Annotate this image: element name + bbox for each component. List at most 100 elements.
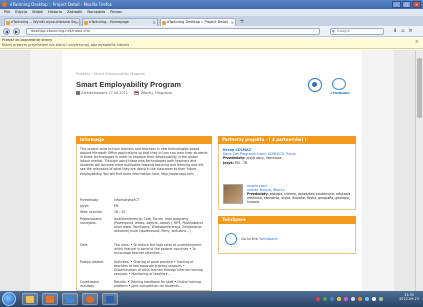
partners-panel-header: Partnerzy projektu - ( 4 partner(ów) )	[218, 136, 356, 144]
etwinning-favicon-icon	[162, 20, 166, 25]
etwinning-favicon-icon	[84, 20, 88, 25]
tray-icon[interactable]	[351, 297, 355, 301]
close-icon[interactable]: ×	[415, 40, 419, 45]
project-description: This project aims to train learners and …	[80, 147, 208, 176]
partner-details: rosario coarl Istituto Tecnico, Włochy P…	[247, 184, 353, 204]
home-icon[interactable]: ⌂	[401, 28, 404, 34]
tab-label: eTwinning Desktop :: Project Detail	[167, 20, 228, 24]
vertical-scrollbar[interactable]	[415, 50, 423, 291]
twinspace-panel: Go to the TwinSpace	[218, 224, 356, 254]
network-icon[interactable]	[379, 297, 383, 301]
partner-item: rosario coarl Istituto Tecnico, Włochy P…	[223, 184, 353, 208]
firefox-icon	[86, 296, 94, 303]
volume-icon[interactable]	[372, 297, 376, 301]
minimize-button[interactable]: –	[392, 1, 401, 8]
search-input[interactable]: g Google	[330, 28, 384, 35]
menu-bar: Plik Edycja Widok Historia Zakładki Narz…	[0, 9, 423, 16]
address-bar[interactable]: desktop.etwinning.net/index.cfm ☆	[26, 28, 320, 35]
new-tab-button[interactable]: +	[238, 19, 246, 26]
menu-tools[interactable]: Narzędzia	[87, 9, 105, 16]
tray-icon[interactable]	[358, 297, 362, 301]
toolbar-icons: ⬇ ⌂ ≡	[393, 28, 413, 34]
taskbar-ie[interactable]	[62, 293, 78, 305]
twinspace-link[interactable]: Go to the TwinSpace	[241, 237, 278, 241]
start-button[interactable]	[2, 292, 16, 306]
field-label: Postęp działań:	[80, 260, 105, 264]
menu-edit[interactable]: Edycja	[15, 9, 27, 16]
taskbar-explorer[interactable]	[22, 293, 38, 305]
created-date: Zarejestrowany 17.09.2012	[76, 91, 128, 95]
partners-panel: Recep SOLMAZ Kaçış Çok Programlı Lisesi,…	[218, 144, 356, 210]
menu-view[interactable]: Widok	[32, 9, 43, 16]
google-icon: g	[332, 29, 335, 33]
system-tray	[316, 294, 406, 304]
close-window-button[interactable]: ×	[412, 1, 421, 8]
tab-label: eTwinning - Homepage	[89, 20, 129, 24]
window-controls: – □ ×	[392, 1, 421, 8]
etwinning-logo[interactable]: eTWINNING	[326, 78, 354, 96]
tray-icon[interactable]	[344, 297, 348, 301]
field-label: Przedmioty:	[80, 198, 99, 202]
twinspace-panel-header: TwinSpace	[218, 216, 356, 224]
field-value: Results: • Training handbook for staff •…	[114, 280, 201, 289]
tray-icon[interactable]	[330, 297, 334, 301]
tray-icon[interactable]	[337, 297, 341, 301]
project-logo-icon	[308, 78, 322, 92]
tab-project-detail[interactable]: eTwinning Desktop :: Project Detail ×	[160, 18, 236, 26]
tooltip-line-2: Kliknij prawym przyciskiem lub kliknij i…	[2, 43, 130, 47]
back-button-tooltip: Przejdź do poprzedniej strony Kliknij pr…	[0, 38, 423, 49]
url-text: desktop.etwinning.net/index.cfm	[31, 29, 91, 33]
taskbar-word[interactable]	[102, 293, 118, 305]
info-panel-header: Informacje	[76, 136, 212, 144]
etwinning-favicon-icon	[6, 20, 10, 25]
maximize-button[interactable]: □	[402, 1, 411, 8]
downloads-icon[interactable]: ⬇	[393, 28, 397, 34]
tab-homepage[interactable]: eTwinning - Homepage ×	[82, 18, 158, 26]
field-label: Cele:	[80, 243, 89, 247]
field-value: Informatyka/ICT	[114, 198, 140, 202]
tray-icon[interactable]	[323, 297, 327, 301]
back-button[interactable]: ◀	[3, 28, 10, 35]
field-value: EN	[114, 204, 119, 208]
field-label: Język:	[80, 204, 90, 208]
menu-icon[interactable]: ≡	[408, 28, 412, 34]
project-page: Projekty › Smart Employability Program S…	[62, 50, 362, 291]
close-tab-icon[interactable]: ×	[231, 19, 234, 26]
partner-subjects: Przedmioty: biologia, chemia, doradztwo …	[247, 192, 351, 204]
page-viewport: Projekty › Smart Employability Program S…	[0, 50, 423, 291]
bookmark-star-icon[interactable]: ☆	[313, 29, 316, 34]
menu-history[interactable]: Historia	[48, 9, 62, 16]
taskbar-clock[interactable]: 13:35 2012-09-23	[398, 293, 420, 301]
browser-icon	[66, 296, 74, 303]
media-icon	[46, 296, 54, 303]
tab-bar: eTwinning -- Wyniki wyszukiwania Se... ×…	[0, 16, 423, 26]
project-countries: Włochy, Hiszpania	[133, 91, 172, 95]
taskbar: 13:35 2012-09-23	[0, 291, 423, 307]
menu-bookmarks[interactable]: Zakładki	[67, 9, 82, 16]
window-titlebar: eTwinning Desktop :: Project Detail - Mo…	[0, 0, 423, 9]
search-placeholder: Google	[337, 29, 350, 33]
partner-avatar[interactable]	[223, 184, 243, 204]
taskbar-firefox[interactable]	[82, 293, 98, 305]
tray-icon[interactable]	[365, 297, 369, 301]
calendar-icon	[76, 91, 80, 95]
menu-file[interactable]: Plik	[4, 9, 10, 16]
etwinning-ring-icon	[332, 78, 346, 90]
taskbar-media[interactable]	[42, 293, 58, 305]
window-title: eTwinning Desktop :: Project Detail - Mo…	[10, 2, 112, 7]
clock-date: 2012-09-23	[399, 297, 419, 301]
close-tab-icon[interactable]: ×	[153, 19, 156, 26]
menu-help[interactable]: Pomoc	[110, 9, 122, 16]
tab-label: eTwinning -- Wyniki wyszukiwania Se...	[11, 20, 79, 24]
field-value: The aims: • To reduce the high rates of …	[114, 243, 202, 256]
tray-icon[interactable]	[316, 297, 320, 301]
scrollbar-thumb[interactable]	[417, 58, 422, 118]
breadcrumb[interactable]: Projekty › Smart Employability Program	[76, 72, 145, 76]
tab-search-results[interactable]: eTwinning -- Wyniki wyszukiwania Se... ×	[4, 18, 80, 26]
close-tab-icon[interactable]: ×	[75, 19, 78, 26]
field-label: Oczekiwane rezultaty:	[80, 280, 100, 289]
firefox-icon	[2, 2, 7, 7]
forward-button[interactable]: ▶	[13, 28, 20, 35]
partner-item: Recep SOLMAZ Kaçış Çok Programlı Lisesi,…	[223, 148, 351, 165]
etwinning-logo-text: eTWINNING	[330, 91, 350, 95]
